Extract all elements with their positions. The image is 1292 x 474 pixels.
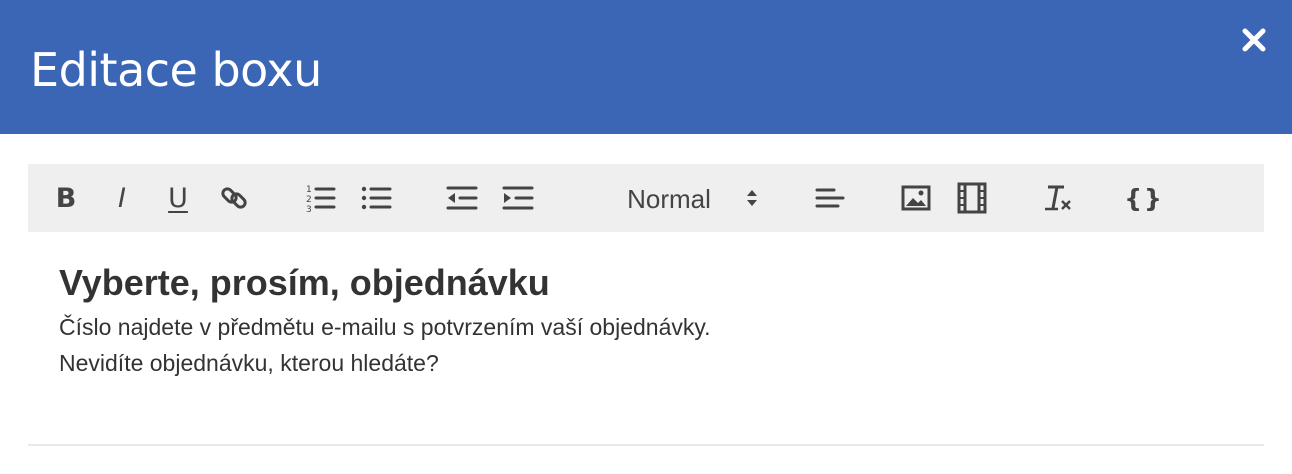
editor-content[interactable]: Vyberte, prosím, objednávku Číslo najdet… — [28, 232, 1264, 446]
outdent-icon — [446, 186, 478, 210]
header-select-value: Normal — [627, 184, 711, 214]
indent-icon — [502, 186, 534, 210]
ordered-list-icon: 1 2 3 — [306, 185, 336, 214]
close-button[interactable] — [1240, 26, 1268, 54]
italic-button[interactable]: I — [106, 164, 138, 232]
image-icon — [901, 185, 931, 211]
clear-format-button[interactable] — [1040, 164, 1076, 232]
bullet-list-button[interactable] — [358, 164, 394, 232]
editor-toolbar: B I U 1 2 3 Normal {} — [28, 164, 1264, 232]
align-left-icon — [815, 188, 845, 208]
underline-icon: U — [168, 182, 188, 214]
bold-button[interactable]: B — [50, 164, 82, 232]
select-arrows-icon — [747, 190, 757, 206]
align-button[interactable] — [812, 164, 848, 232]
indent-button[interactable] — [500, 164, 536, 232]
code-icon: {} — [1124, 183, 1164, 213]
dialog-title: Editace boxu — [30, 43, 322, 97]
bold-icon: B — [55, 182, 77, 214]
italic-icon: I — [118, 182, 126, 214]
image-button[interactable] — [898, 164, 934, 232]
editor-paragraph: Číslo najdete v předmětu e-mailu s potvr… — [59, 314, 711, 340]
dialog-header: Editace boxu — [0, 0, 1292, 134]
header-select[interactable]: Normal — [594, 164, 784, 232]
editor-heading: Vyberte, prosím, objednávku — [59, 262, 550, 303]
bullet-list-icon — [361, 186, 392, 210]
svg-text:1: 1 — [306, 185, 312, 195]
link-button[interactable] — [216, 164, 252, 232]
editor-paragraph: Nevidíte objednávku, kterou hledáte? — [59, 350, 439, 376]
clear-format-icon — [1045, 185, 1071, 211]
video-icon — [957, 182, 987, 214]
outdent-button[interactable] — [444, 164, 480, 232]
link-icon — [221, 187, 247, 209]
underline-button[interactable]: U — [162, 164, 194, 232]
ordered-list-button[interactable]: 1 2 3 — [302, 164, 338, 232]
svg-text:3: 3 — [306, 205, 312, 214]
close-icon — [1242, 28, 1266, 52]
video-button[interactable] — [954, 164, 990, 232]
svg-text:2: 2 — [306, 195, 312, 205]
code-block-button[interactable]: {} — [1124, 164, 1164, 232]
